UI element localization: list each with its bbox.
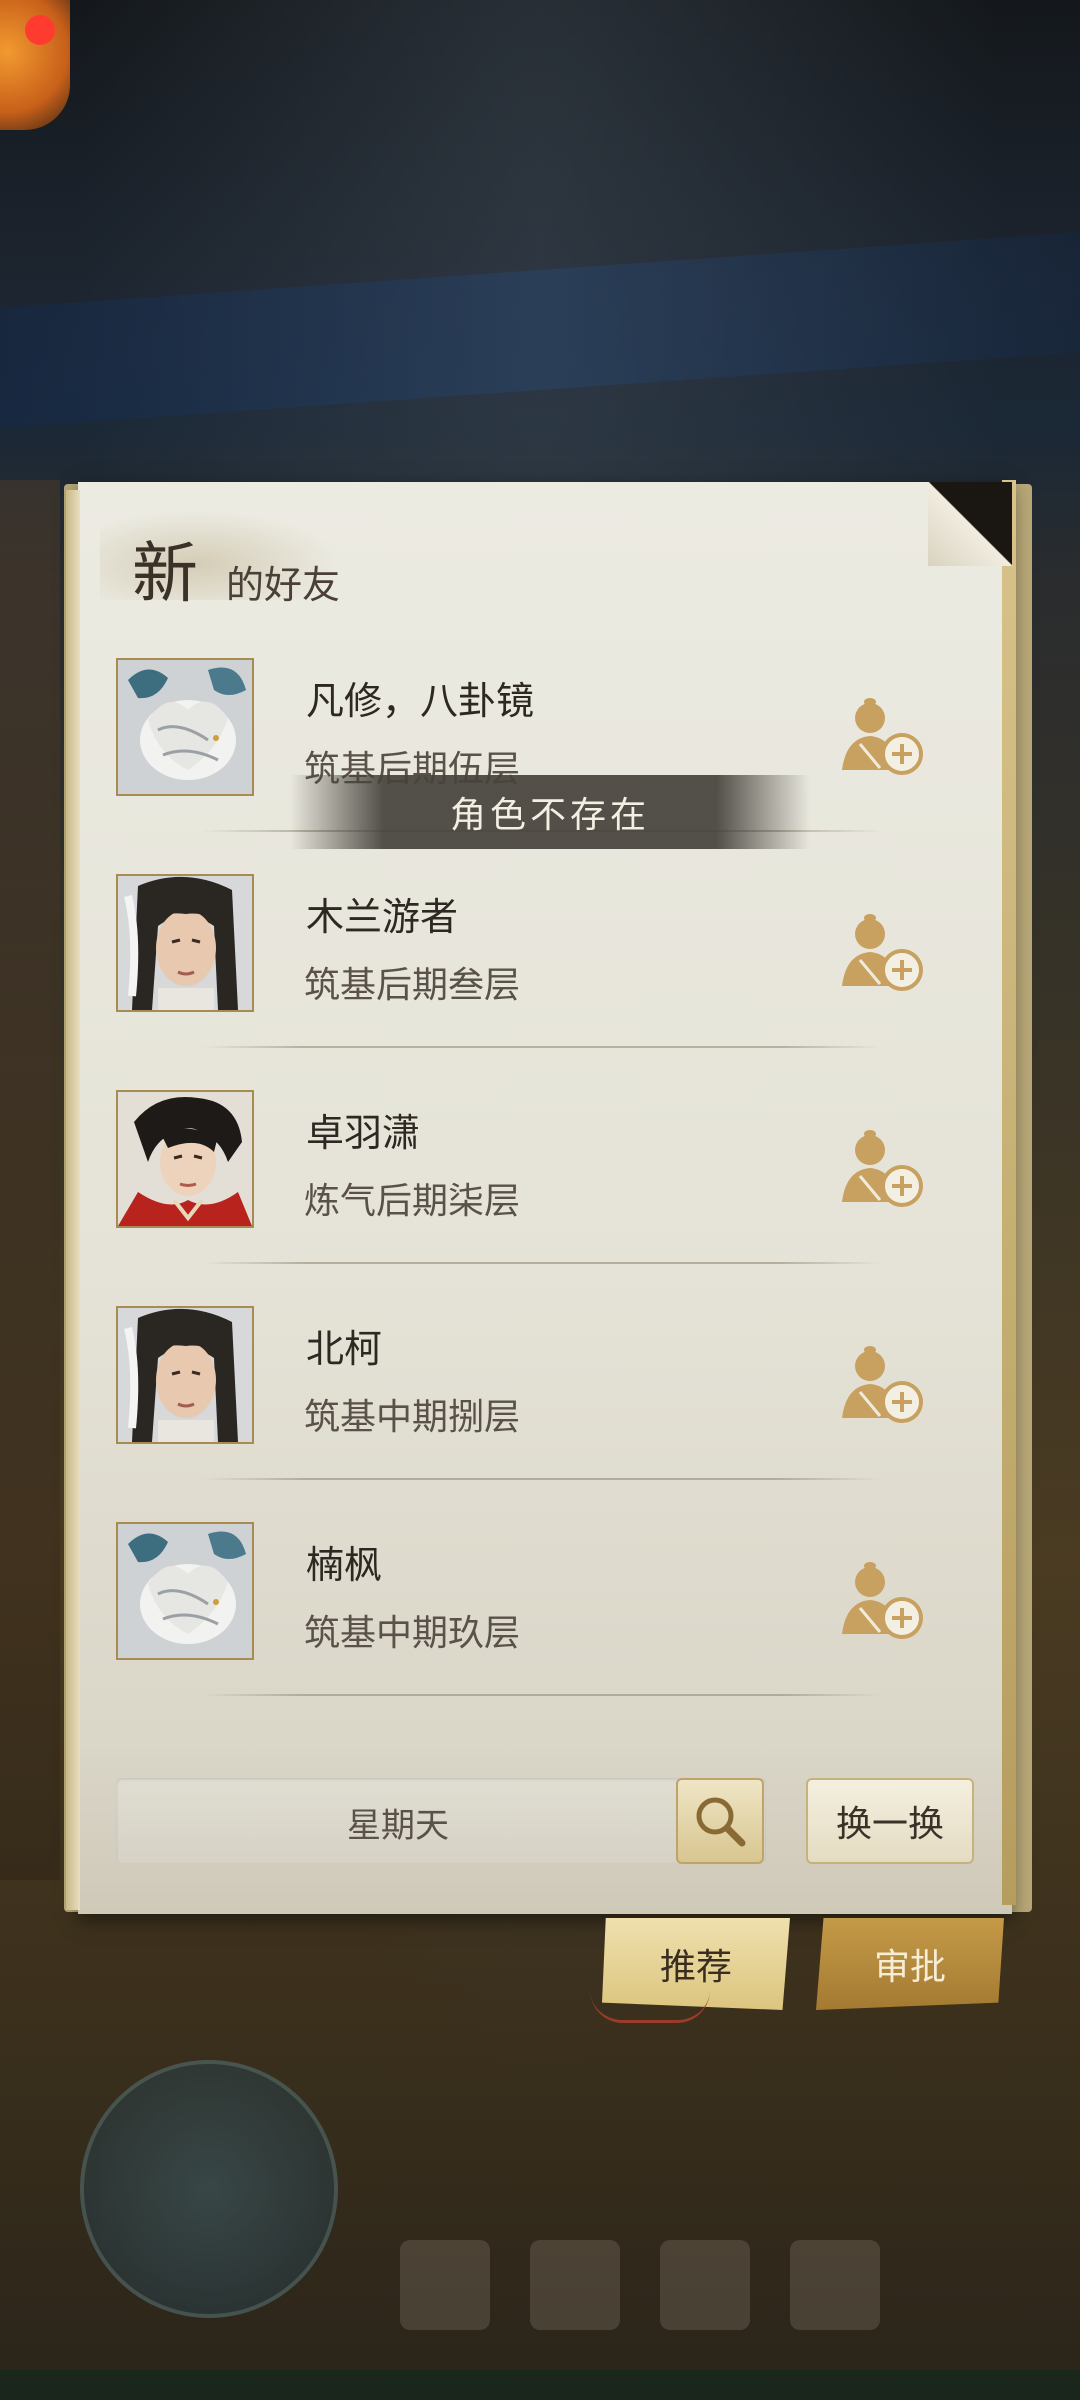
background-menu-icon [530, 2240, 620, 2330]
refresh-button[interactable]: 换一换 [806, 1778, 974, 1864]
background-menu-icon [400, 2240, 490, 2330]
row-divider [202, 1478, 882, 1480]
panel-left-edge [66, 490, 80, 1910]
friend-name: 木兰游者 [306, 895, 459, 939]
add-friend-icon [842, 698, 923, 775]
add-friend-icon [842, 1346, 923, 1423]
add-friend-button[interactable] [832, 1552, 932, 1652]
background-bottom-menu [400, 2240, 960, 2350]
panel-title-small: 的好友 [226, 563, 341, 607]
toast-text: 角色不存在 [449, 795, 650, 836]
friend-level: 筑基中期捌层 [304, 1397, 521, 1438]
add-friend-button[interactable] [832, 1336, 932, 1436]
white-beast-avatar[interactable] [116, 658, 254, 796]
friend-row[interactable]: 木兰游者 筑基后期叁层 [112, 874, 932, 1064]
male-cultivator-avatar[interactable] [116, 1306, 254, 1444]
row-divider [202, 1694, 882, 1696]
page-fold-corner [928, 482, 1012, 566]
tab-approve[interactable]: 审批 [816, 1918, 1004, 2010]
magnifier-icon [696, 1797, 746, 1847]
add-friend-icon [842, 1130, 923, 1207]
friend-level: 筑基中期玖层 [304, 1613, 521, 1654]
friend-level: 筑基后期叁层 [304, 965, 521, 1006]
friend-name: 凡修，八卦镜 [306, 679, 535, 723]
tab-tassel-decoration [590, 1990, 710, 2023]
friend-row[interactable]: 卓羽潇 炼气后期柒层 [112, 1090, 932, 1280]
row-divider [202, 1262, 882, 1264]
friend-row[interactable]: 楠枫 筑基中期玖层 [112, 1522, 932, 1712]
search-input[interactable] [116, 1778, 680, 1866]
add-friend-button[interactable] [832, 688, 932, 788]
red-robe-cultivator-avatar[interactable] [116, 1090, 254, 1228]
friend-name: 楠枫 [306, 1543, 383, 1587]
friend-row[interactable]: 北柯 筑基中期捌层 [112, 1306, 932, 1496]
background-menu-icon [790, 2240, 880, 2330]
add-friend-button[interactable] [832, 1120, 932, 1220]
search-button[interactable] [676, 1778, 764, 1864]
panel-right-edge [1002, 480, 1016, 1905]
male-cultivator-avatar[interactable] [116, 874, 254, 1012]
panel-title-big: 新 [132, 535, 200, 612]
background-character-portrait [80, 2060, 338, 2318]
friend-name: 北柯 [306, 1327, 383, 1371]
background-side-strip [0, 480, 60, 1880]
search-field[interactable] [116, 1778, 766, 1866]
add-friend-icon [842, 1562, 923, 1639]
notification-dot-icon [25, 15, 55, 45]
toast-message: 角色不存在 [290, 775, 810, 849]
add-friend-button[interactable] [832, 904, 932, 1004]
background-bottom-bar [0, 2370, 1080, 2400]
add-friend-icon [842, 914, 923, 991]
row-divider [202, 1046, 882, 1048]
friend-level: 炼气后期柒层 [304, 1181, 521, 1222]
background-menu-icon [660, 2240, 750, 2330]
friend-name: 卓羽潇 [306, 1111, 421, 1155]
white-beast-avatar[interactable] [116, 1522, 254, 1660]
